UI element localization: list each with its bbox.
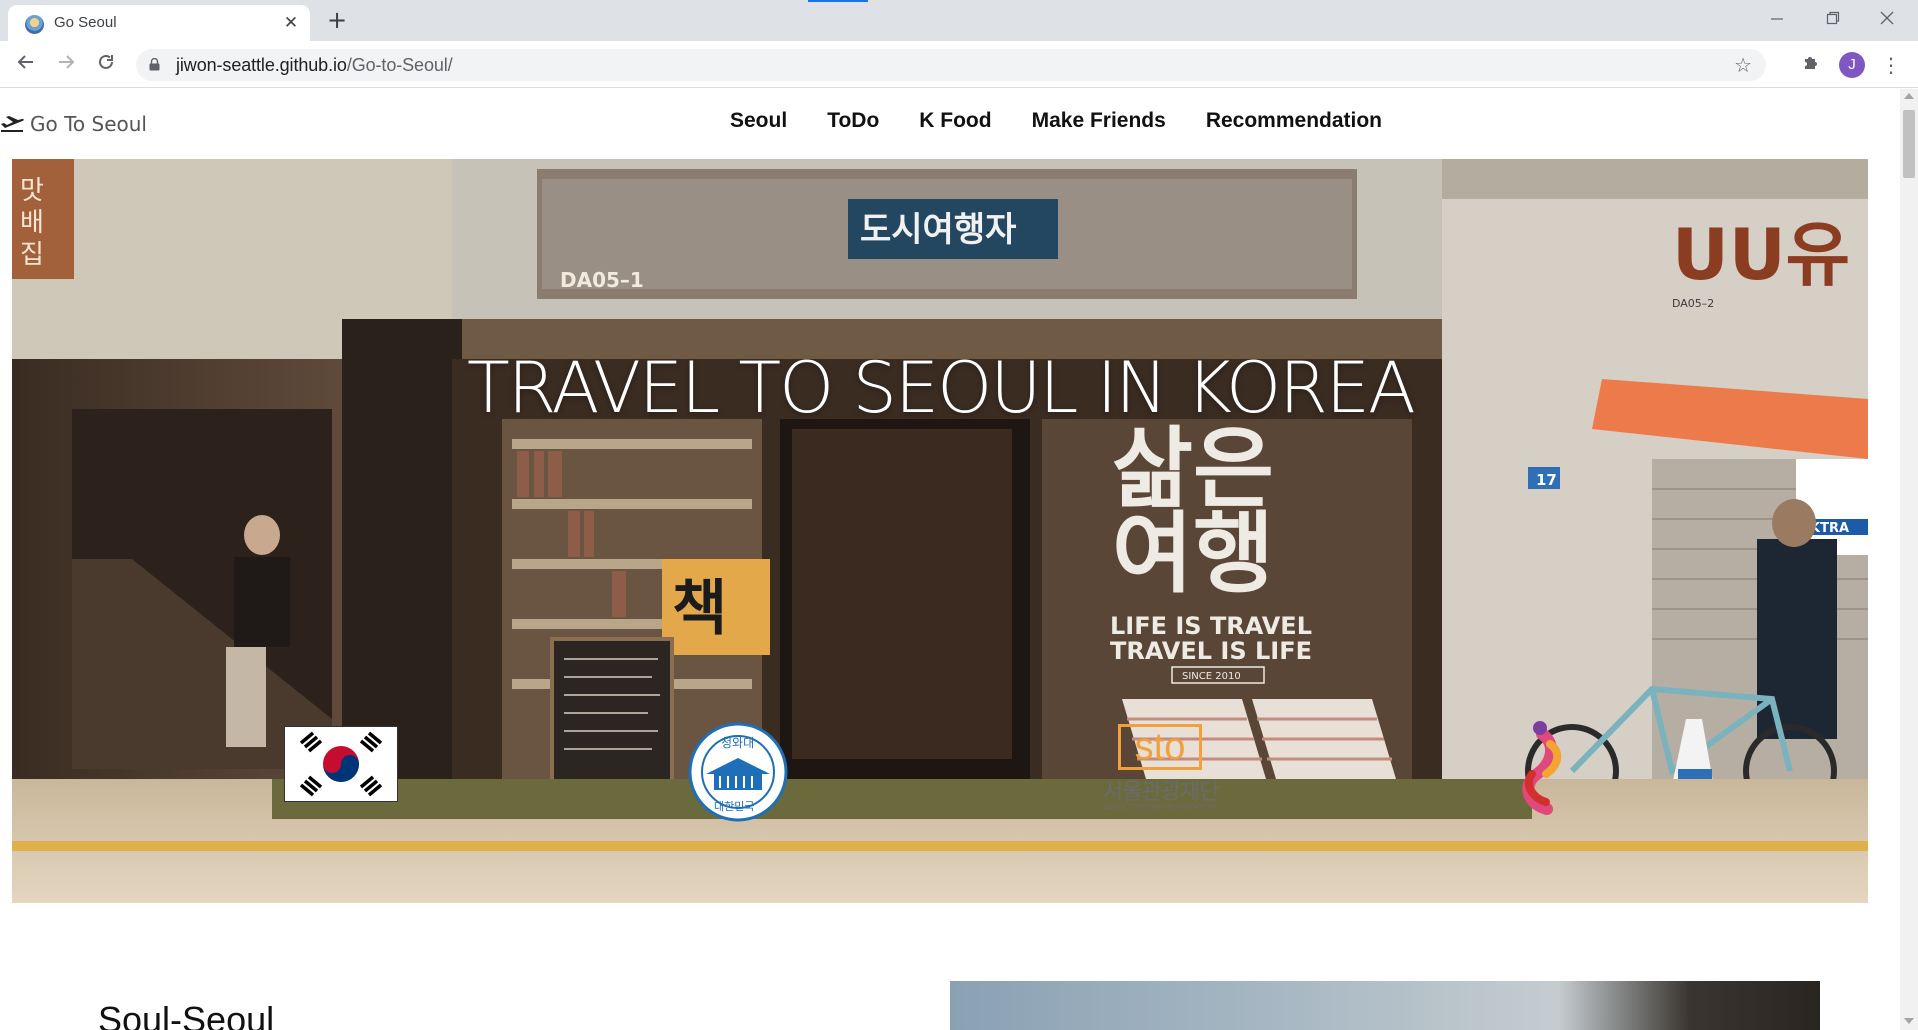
window-kr-line2: 여행 <box>1112 502 1274 605</box>
site-brand[interactable]: Go To Seoul <box>0 111 147 137</box>
korean-flag-logo[interactable] <box>284 726 398 802</box>
tab-title: Go Seoul <box>54 14 117 31</box>
extensions-puzzle-icon[interactable] <box>1800 52 1824 76</box>
left-sign-text: 맛 <box>20 176 44 206</box>
nav-link-make-friends[interactable]: Make Friends <box>1032 109 1166 133</box>
hero-title: TRAVEL TO SEOUL IN KOREA <box>467 347 1416 429</box>
street-number: 17 <box>1536 471 1557 489</box>
page-scrollbar[interactable] <box>1900 89 1918 1030</box>
cheongwadae-seal-logo[interactable]: 청와대 대한민국 <box>688 722 788 822</box>
profile-avatar[interactable]: J <box>1839 52 1865 78</box>
address-bar[interactable]: jiwon-seattle.github.io/Go-to-Seoul/ ☆ <box>136 49 1766 81</box>
sto-english-name: SEOUL TOURISM ORGANIZATION <box>1103 804 1216 811</box>
section-image <box>950 981 1820 1030</box>
right-store-sign: UU유 <box>1672 214 1850 296</box>
nav-link-recommendation[interactable]: Recommendation <box>1206 109 1382 133</box>
book-sign-text: 책 <box>672 574 727 644</box>
scrollbar-thumb[interactable] <box>1903 110 1915 178</box>
tab-strip-accent <box>808 0 868 2</box>
seoul-city-logo[interactable] <box>1502 714 1612 824</box>
scroll-up-arrow-icon[interactable] <box>1904 93 1914 99</box>
lock-icon <box>149 58 160 71</box>
browser-menu-icon[interactable]: ⋮ <box>1880 51 1902 79</box>
nav-link-todo[interactable]: ToDo <box>827 109 879 133</box>
seal-top-text: 청와대 <box>721 736 754 750</box>
nav-link-seoul[interactable]: Seoul <box>730 109 787 133</box>
bookmark-star-icon[interactable]: ☆ <box>1734 53 1752 77</box>
section-heading: Soul-Seoul <box>98 999 275 1030</box>
window-since: SINCE 2010 <box>1182 671 1241 682</box>
window-en-line2: TRAVEL IS LIFE <box>1110 637 1312 665</box>
hero-banner: 맛 배 집 도시여행자 DA05–1 책 삶은 여행 LIFE IS TRAVE… <box>12 159 1868 903</box>
site-navbar: Go To Seoul Seoul ToDo K Food Make Frien… <box>0 89 1900 159</box>
sto-korean-name: 서울관광재단 <box>1103 780 1219 805</box>
store-code-right: DA05–2 <box>1672 297 1714 310</box>
sto-mark: sto <box>1118 724 1202 770</box>
store-code-text: DA05–1 <box>560 268 644 292</box>
seoul-tourism-logo[interactable]: sto 서울관광재단 SEOUL TOURISM ORGANIZATION <box>1088 724 1228 824</box>
main-menu: Seoul ToDo K Food Make Friends Recommend… <box>730 109 1382 133</box>
new-tab-button[interactable]: + <box>325 8 349 32</box>
restore-icon[interactable] <box>1818 6 1848 34</box>
url-text: jiwon-seattle.github.io/Go-to-Seoul/ <box>176 55 453 76</box>
forward-arrow-icon[interactable] <box>52 51 80 79</box>
back-arrow-icon[interactable] <box>12 51 40 79</box>
brand-label: Go To Seoul <box>30 112 147 136</box>
close-window-icon[interactable] <box>1872 6 1902 34</box>
svg-text:배: 배 <box>20 208 44 238</box>
url-path: /Go-to-Seoul/ <box>346 55 453 75</box>
browser-toolbar: jiwon-seattle.github.io/Go-to-Seoul/ ☆ J… <box>0 41 1918 88</box>
plane-departure-icon <box>1 116 24 132</box>
store-sign-text: 도시여행자 <box>860 210 1016 250</box>
browser-tab-strip: Go Seoul ✕ + <box>0 0 1918 41</box>
url-host: jiwon-seattle.github.io <box>176 55 347 75</box>
favicon-icon <box>25 15 44 34</box>
reload-icon[interactable] <box>92 51 120 79</box>
close-tab-icon[interactable]: ✕ <box>280 12 302 34</box>
window-en-line1: LIFE IS TRAVEL <box>1110 612 1312 640</box>
minimize-icon[interactable] <box>1762 6 1792 34</box>
svg-text:집: 집 <box>20 240 44 270</box>
browser-tab[interactable]: Go Seoul ✕ <box>8 5 310 41</box>
page-viewport: Go To Seoul Seoul ToDo K Food Make Frien… <box>0 89 1900 1030</box>
nav-link-k-food[interactable]: K Food <box>919 109 991 133</box>
scroll-down-arrow-icon[interactable] <box>1904 1018 1914 1024</box>
seal-bottom-text: 대한민국 <box>714 800 754 813</box>
